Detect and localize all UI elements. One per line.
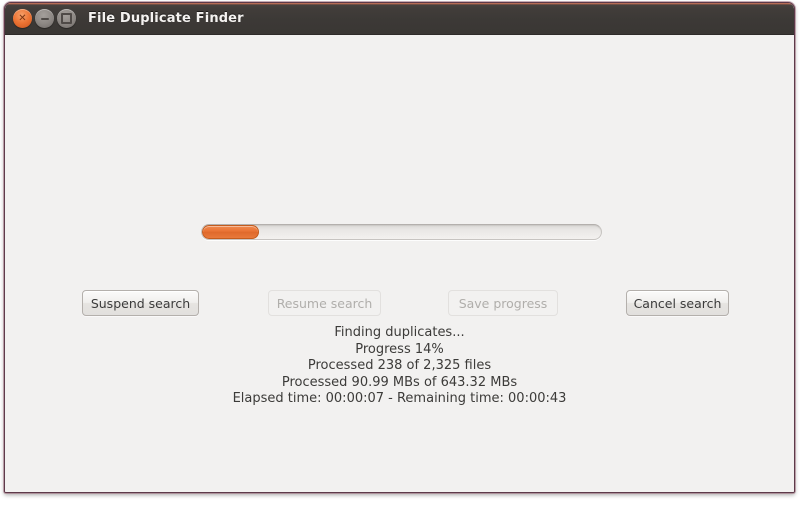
progress-bar <box>201 224 606 244</box>
status-line-bytes: Processed 90.99 MBs of 643.32 MBs <box>281 374 518 390</box>
client-area: Suspend search Resume search Save progre… <box>5 35 794 492</box>
save-progress-label: Save progress <box>458 295 548 311</box>
save-progress-button: Save progress <box>448 290 558 316</box>
status-text-block: Finding duplicates... Progress 14% Proce… <box>5 325 794 408</box>
cancel-search-button[interactable]: Cancel search <box>626 290 729 316</box>
titlebar-highlight <box>5 3 794 5</box>
title-bar[interactable]: ✕ File Duplicate Finder <box>5 3 794 35</box>
close-button[interactable]: ✕ <box>13 9 32 28</box>
status-line-files: Processed 238 of 2,325 files <box>307 358 492 373</box>
status-line-activity: Finding duplicates... <box>334 325 465 340</box>
progress-track <box>201 224 602 240</box>
resume-search-label: Resume search <box>276 295 373 311</box>
application-window: ✕ File Duplicate Finder Suspend search R… <box>4 2 795 493</box>
minimize-button[interactable] <box>35 9 54 28</box>
status-line-time: Elapsed time: 00:00:07 - Remaining time:… <box>232 391 567 406</box>
maximize-button[interactable] <box>57 9 76 28</box>
status-line-progress: Progress 14% <box>355 341 444 357</box>
resume-search-button: Resume search <box>268 290 381 316</box>
close-icon: ✕ <box>18 12 27 24</box>
window-controls: ✕ <box>13 9 76 28</box>
suspend-search-label: Suspend search <box>90 295 191 311</box>
minimize-icon <box>35 9 54 28</box>
window-title: File Duplicate Finder <box>88 11 244 26</box>
suspend-search-button[interactable]: Suspend search <box>82 290 199 316</box>
cancel-search-label: Cancel search <box>633 295 722 311</box>
maximize-icon <box>57 9 76 28</box>
progress-fill <box>202 225 260 239</box>
